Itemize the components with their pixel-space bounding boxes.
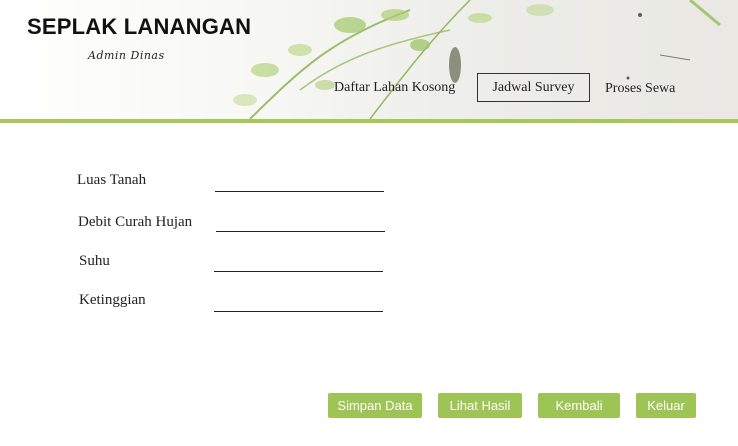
suhu-label: Suhu xyxy=(79,253,110,269)
header-divider xyxy=(0,119,738,123)
nav-proses-sewa[interactable]: Proses Sewa xyxy=(605,81,675,97)
nav-daftar-lahan-kosong[interactable]: Daftar Lahan Kosong xyxy=(334,80,455,96)
suhu-input[interactable] xyxy=(214,253,383,272)
back-button[interactable]: Kembali xyxy=(538,393,620,418)
debit-curah-hujan-label: Debit Curah Hujan xyxy=(78,214,193,230)
debit-curah-hujan-input[interactable] xyxy=(216,213,385,232)
nav-jadwal-survey-label: Jadwal Survey xyxy=(492,79,575,95)
exit-button[interactable]: Keluar xyxy=(636,393,696,418)
luas-tanah-input[interactable] xyxy=(215,173,384,192)
header-banner: SEPLAK LANANGAN Admin Dinas Daftar Lahan… xyxy=(0,0,738,119)
luas-tanah-label: Luas Tanah xyxy=(77,172,147,188)
nav-jadwal-survey[interactable]: Jadwal Survey xyxy=(477,73,590,102)
view-result-button[interactable]: Lihat Hasil xyxy=(438,393,522,418)
ketinggian-label: Ketinggian xyxy=(79,292,146,308)
app-subtitle: Admin Dinas xyxy=(88,49,165,62)
ketinggian-input[interactable] xyxy=(214,293,383,312)
save-data-button[interactable]: Simpan Data xyxy=(328,393,422,418)
app-title: SEPLAK LANANGAN xyxy=(27,14,252,39)
